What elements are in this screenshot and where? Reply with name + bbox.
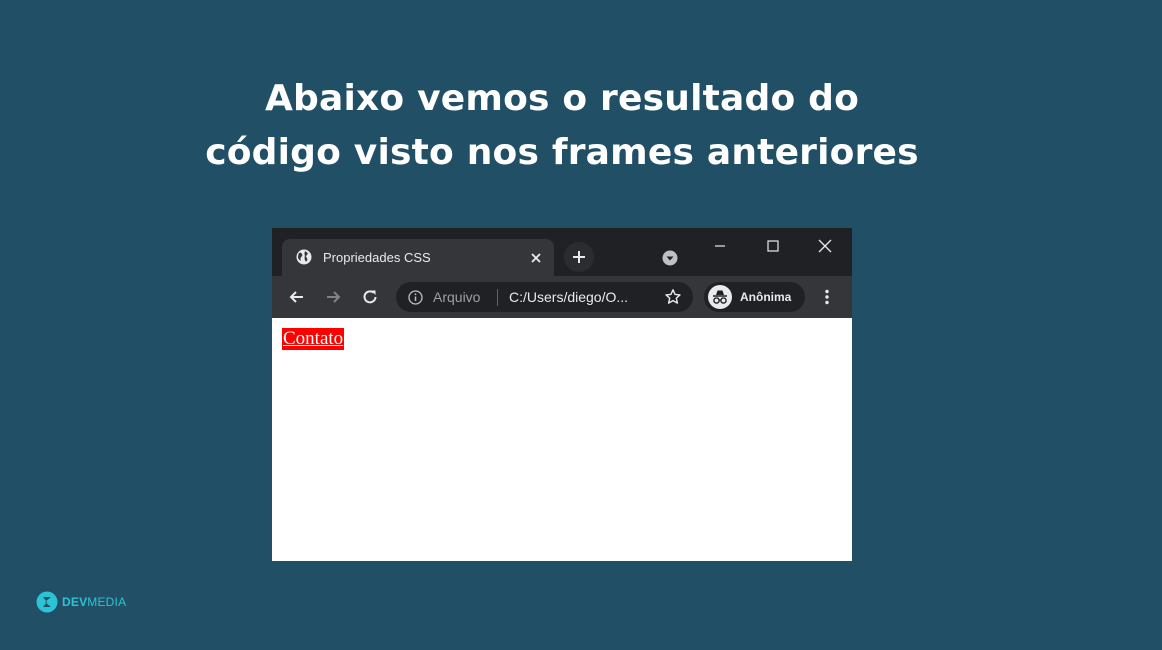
address-bar[interactable]: Arquivo C:/Users/diego/O... bbox=[396, 282, 693, 312]
close-icon[interactable] bbox=[526, 248, 546, 268]
omnibox-divider bbox=[497, 289, 498, 306]
devmedia-logo-icon bbox=[36, 591, 58, 613]
brand-dev: DEV bbox=[62, 595, 88, 609]
close-window-icon[interactable] bbox=[815, 236, 835, 256]
url-scheme-label: Arquivo bbox=[433, 289, 481, 305]
info-icon[interactable] bbox=[408, 290, 423, 305]
url-text[interactable]: C:/Users/diego/O... bbox=[509, 289, 628, 306]
forward-arrow-icon[interactable] bbox=[323, 287, 343, 307]
brand-media: MEDIA bbox=[87, 595, 127, 609]
slide-headline: Abaixo vemos o resultado do código visto… bbox=[0, 72, 1124, 180]
profile-label: Anônima bbox=[740, 290, 792, 304]
tab-search-icon[interactable] bbox=[662, 250, 678, 266]
minimize-icon[interactable] bbox=[710, 236, 730, 256]
globe-icon bbox=[296, 249, 312, 265]
incognito-profile-button[interactable]: Anônima bbox=[704, 282, 805, 312]
avatar bbox=[708, 285, 732, 309]
plus-icon bbox=[573, 251, 585, 263]
more-vertical-icon[interactable] bbox=[817, 287, 837, 307]
tab-strip: Propriedades CSS bbox=[272, 228, 852, 276]
reload-icon[interactable] bbox=[360, 287, 380, 307]
page-viewport: Contato bbox=[272, 318, 852, 561]
incognito-icon bbox=[713, 290, 727, 304]
headline-line-2: código visto nos frames anteriores bbox=[205, 132, 919, 173]
tab-title: Propriedades CSS bbox=[323, 250, 431, 265]
maximize-icon[interactable] bbox=[763, 236, 783, 256]
active-tab[interactable]: Propriedades CSS bbox=[282, 239, 554, 276]
back-arrow-icon[interactable] bbox=[287, 287, 307, 307]
browser-toolbar: Arquivo C:/Users/diego/O... Anônima bbox=[272, 276, 852, 318]
browser-window: Propriedades CSS Arquivo C:/Users/diego/… bbox=[272, 228, 852, 561]
contact-link[interactable]: Contato bbox=[282, 328, 345, 350]
brand-wordmark: DEVMEDIA bbox=[62, 595, 126, 609]
new-tab-button[interactable] bbox=[564, 242, 594, 272]
star-icon[interactable] bbox=[664, 288, 682, 306]
headline-line-1: Abaixo vemos o resultado do bbox=[264, 78, 860, 119]
